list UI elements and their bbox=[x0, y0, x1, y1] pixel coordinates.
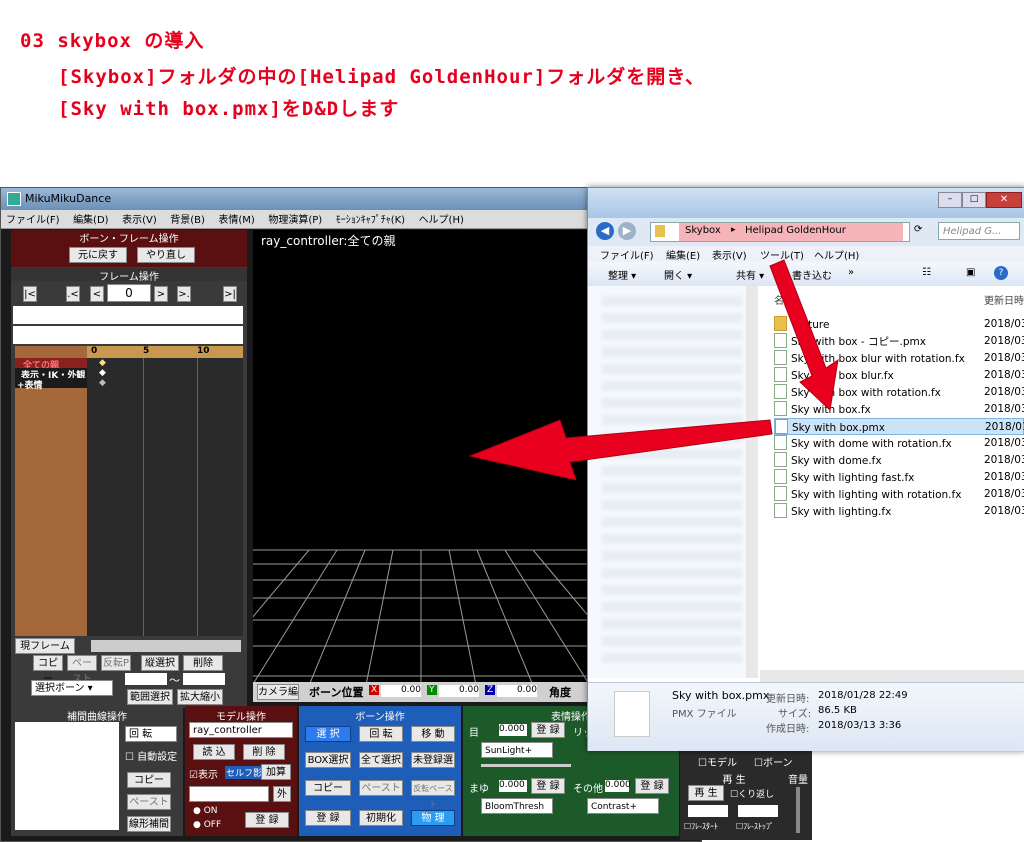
annotation-arrows bbox=[468, 259, 839, 481]
arrow-left-icon bbox=[468, 419, 773, 481]
arrow-down-icon bbox=[769, 259, 839, 412]
